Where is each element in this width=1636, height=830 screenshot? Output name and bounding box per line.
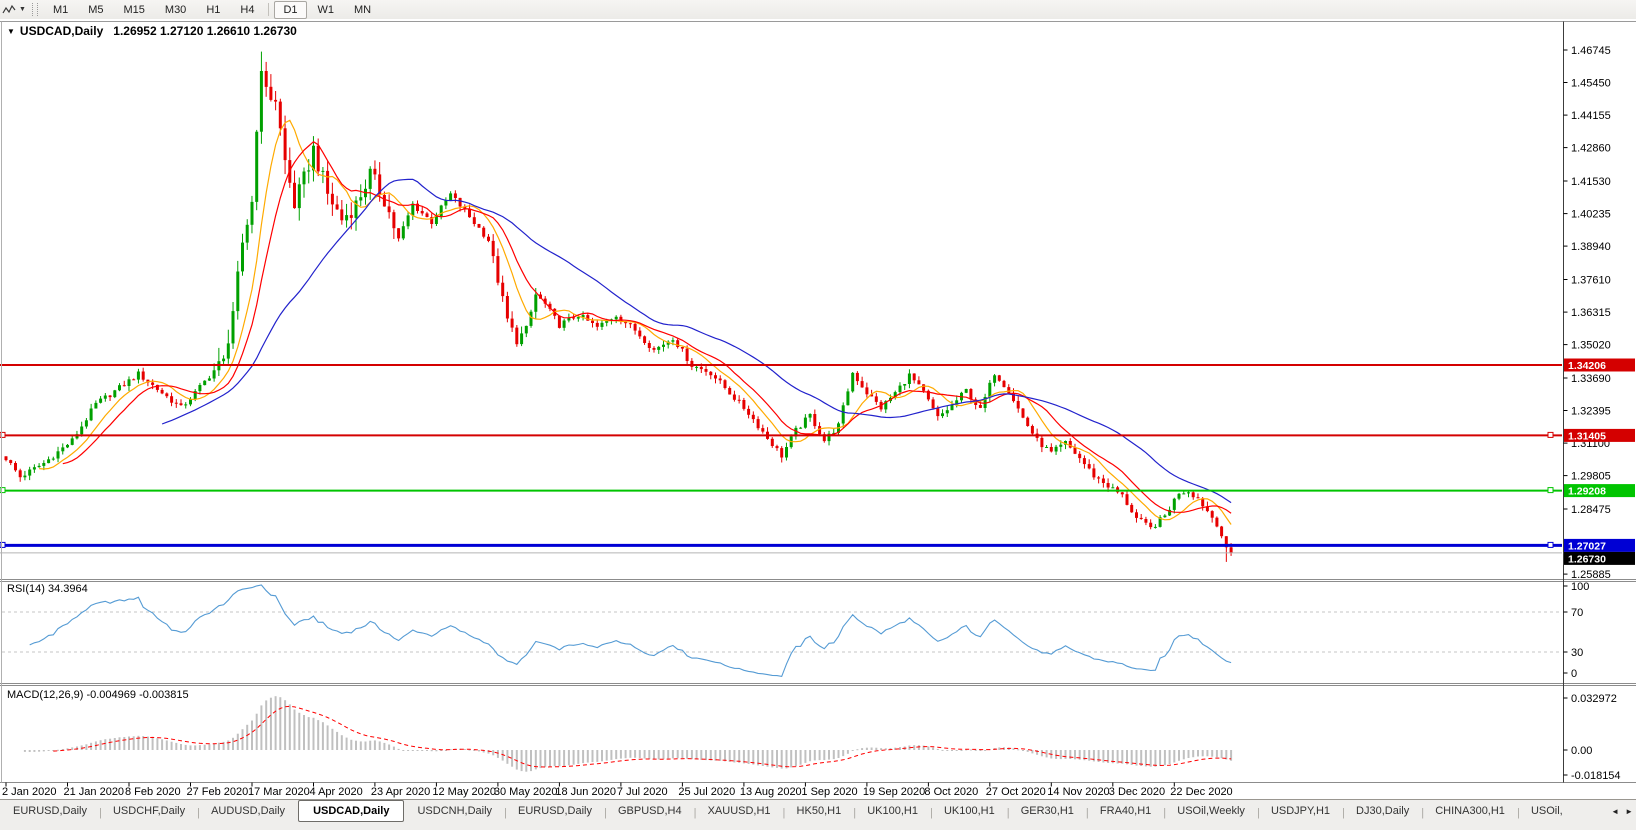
svg-text:13 Aug 2020: 13 Aug 2020	[740, 786, 802, 798]
svg-text:22 Dec 2020: 22 Dec 2020	[1170, 786, 1232, 798]
svg-text:1.34206: 1.34206	[1568, 360, 1606, 372]
tab-dj30-daily[interactable]: |DJ30,Daily	[1343, 801, 1422, 820]
svg-text:0.00: 0.00	[1571, 745, 1592, 757]
chart-canvas[interactable]: 1.46745 1.45450 1.44155 1.42860 1.41530 1.402…	[0, 19, 1636, 799]
chart-type-icon[interactable]: ▼	[2, 4, 26, 16]
svg-text:2 Jan 2020: 2 Jan 2020	[2, 786, 56, 798]
tab-scroll-left-icon[interactable]: ◄	[1611, 807, 1619, 816]
timeframe-button-M5[interactable]: M5	[79, 1, 112, 19]
svg-text:21 Jan 2020: 21 Jan 2020	[64, 786, 125, 798]
timeframe-button-M15[interactable]: M15	[115, 1, 154, 19]
svg-text:23 Apr 2020: 23 Apr 2020	[371, 786, 430, 798]
svg-text:1.40235: 1.40235	[1571, 209, 1611, 221]
svg-text:0: 0	[1571, 668, 1577, 680]
svg-text:0.032972: 0.032972	[1571, 693, 1617, 705]
tab-usdjpy-h1[interactable]: |USDJPY,H1	[1258, 801, 1343, 820]
tab-usdcad-daily[interactable]: USDCAD,Daily	[298, 800, 404, 822]
svg-text:8 Feb 2020: 8 Feb 2020	[125, 786, 181, 798]
svg-text:4 Apr 2020: 4 Apr 2020	[310, 786, 363, 798]
svg-text:3 Dec 2020: 3 Dec 2020	[1109, 786, 1165, 798]
svg-text:70: 70	[1571, 607, 1583, 619]
svg-text:1.27027: 1.27027	[1568, 540, 1606, 552]
chart-window: 1.46745 1.45450 1.44155 1.42860 1.41530 1.402…	[0, 19, 1636, 799]
svg-text:27 Oct 2020: 27 Oct 2020	[986, 786, 1046, 798]
svg-text:17 Mar 2020: 17 Mar 2020	[248, 786, 310, 798]
tab-gbpusd-h4[interactable]: |GBPUSD,H4	[605, 801, 695, 820]
tab-uk100-h1[interactable]: |UK100,H1	[931, 801, 1008, 820]
svg-text:19 Sep 2020: 19 Sep 2020	[863, 786, 925, 798]
tab-usdcnh-daily[interactable]: USDCNH,Daily	[404, 801, 505, 820]
tab-fra40-h1[interactable]: |FRA40,H1	[1087, 801, 1164, 820]
svg-text:1.35020: 1.35020	[1571, 340, 1611, 352]
timeframe-button-M30[interactable]: M30	[156, 1, 195, 19]
svg-text:7 Jul 2020: 7 Jul 2020	[617, 786, 668, 798]
toolbar-grip[interactable]	[32, 3, 38, 16]
svg-text:1.38940: 1.38940	[1571, 241, 1611, 253]
svg-text:1.32395: 1.32395	[1571, 406, 1611, 418]
timeframe-button-H4[interactable]: H4	[231, 1, 263, 19]
svg-text:1.41530: 1.41530	[1571, 176, 1611, 188]
timeframe-button-D1[interactable]: D1	[274, 1, 306, 19]
timeframe-button-M1[interactable]: M1	[44, 1, 77, 19]
timeframe-button-H1[interactable]: H1	[197, 1, 229, 19]
tab-eurusd-daily[interactable]: EURUSD,Daily	[0, 801, 100, 820]
svg-text:1.28475: 1.28475	[1571, 504, 1611, 516]
tab-hk50-h1[interactable]: |HK50,H1	[784, 801, 855, 820]
svg-text:1 Sep 2020: 1 Sep 2020	[801, 786, 857, 798]
tab-xauusd-h1[interactable]: |XAUUSD,H1	[695, 801, 784, 820]
svg-text:1.29805: 1.29805	[1571, 471, 1611, 483]
svg-text:25 Jul 2020: 25 Jul 2020	[678, 786, 735, 798]
tab-uk100-h1[interactable]: |UK100,H1	[854, 801, 931, 820]
svg-text:1.37610: 1.37610	[1571, 275, 1611, 287]
svg-text:8 Oct 2020: 8 Oct 2020	[924, 786, 978, 798]
svg-text:1.42860: 1.42860	[1571, 143, 1611, 155]
chart-type-caret-icon[interactable]: ▼	[19, 6, 26, 13]
chart-tab-bar: EURUSD,Daily|USDCHF,Daily|AUDUSD,DailyUS…	[0, 799, 1636, 830]
tab-china300-h1[interactable]: |CHINA300,H1	[1422, 801, 1518, 820]
svg-text:27 Feb 2020: 27 Feb 2020	[187, 786, 249, 798]
tab-usoil-weekly[interactable]: |USOil,Weekly	[1164, 801, 1258, 820]
svg-text:1.45450: 1.45450	[1571, 78, 1611, 90]
svg-text:1.36315: 1.36315	[1571, 307, 1611, 319]
svg-text:100: 100	[1571, 581, 1589, 593]
tab-eurusd-daily[interactable]: |EURUSD,Daily	[505, 801, 605, 820]
svg-text:30: 30	[1571, 647, 1583, 659]
tab-audusd-daily[interactable]: |AUDUSD,Daily	[198, 801, 298, 820]
svg-text:1.46745: 1.46745	[1571, 45, 1611, 57]
svg-text:30 May 2020: 30 May 2020	[494, 786, 558, 798]
svg-text:1.33690: 1.33690	[1571, 373, 1611, 385]
tab-usdchf-daily[interactable]: |USDCHF,Daily	[100, 801, 198, 820]
tab-scroll-right-icon[interactable]: ►	[1625, 807, 1633, 816]
svg-text:-0.018154: -0.018154	[1571, 770, 1621, 782]
svg-text:1.44155: 1.44155	[1571, 110, 1611, 122]
tab-ger30-h1[interactable]: |GER30,H1	[1008, 801, 1087, 820]
timeframe-button-W1[interactable]: W1	[309, 1, 344, 19]
svg-text:12 May 2020: 12 May 2020	[432, 786, 496, 798]
svg-text:18 Jun 2020: 18 Jun 2020	[555, 786, 616, 798]
svg-text:14 Nov 2020: 14 Nov 2020	[1047, 786, 1109, 798]
timeframe-toolbar: ▼ M1M5M15M30H1H4 D1W1MN	[0, 0, 1636, 20]
svg-text:1.29208: 1.29208	[1568, 486, 1606, 498]
svg-text:1.26730: 1.26730	[1568, 553, 1606, 565]
tab-usoil-[interactable]: |USOil,	[1518, 801, 1576, 820]
svg-text:1.25885: 1.25885	[1571, 569, 1611, 581]
svg-text:1.31405: 1.31405	[1568, 430, 1606, 442]
timeframe-button-MN[interactable]: MN	[345, 1, 380, 19]
